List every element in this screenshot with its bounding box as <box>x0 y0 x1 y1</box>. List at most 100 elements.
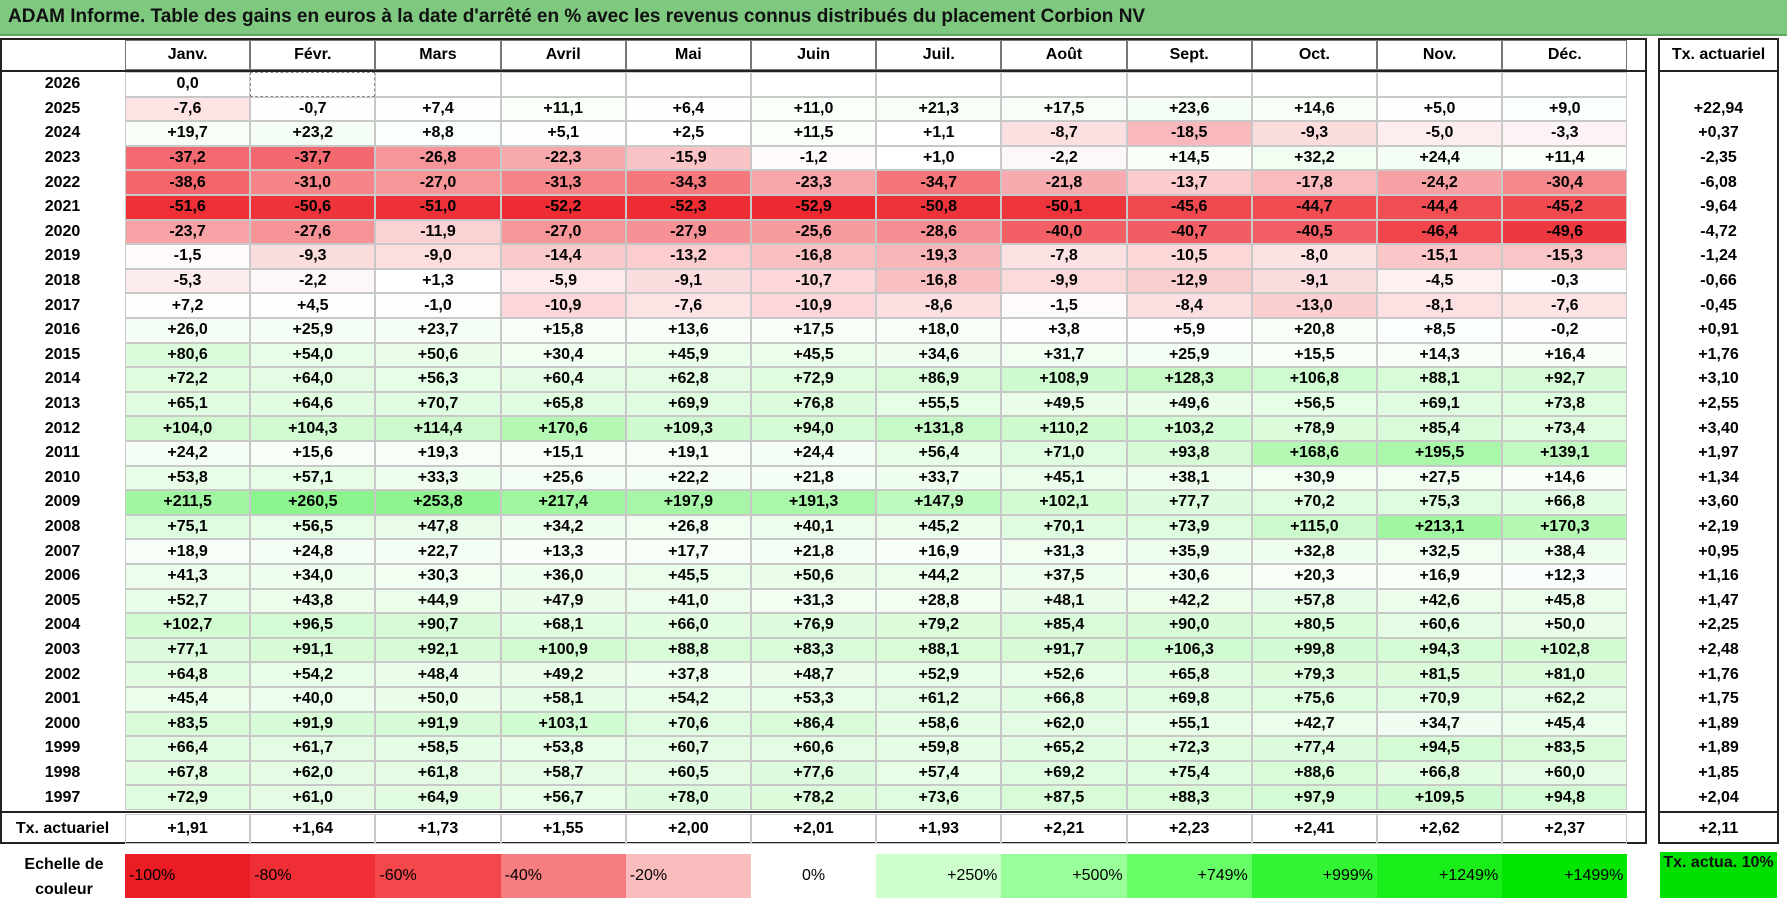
heatmap-cell: +94,0 <box>751 416 877 441</box>
heatmap-cell: -45,2 <box>1502 195 1628 220</box>
heatmap-cell: +97,9 <box>1251 785 1377 810</box>
heatmap-cell: +128,3 <box>1126 367 1252 392</box>
heatmap-cell: +102,8 <box>1502 637 1628 663</box>
year-label: 2013 <box>44 395 81 413</box>
heatmap-cell: +52,9 <box>876 662 1002 687</box>
heatmap-cell: +86,9 <box>876 367 1002 392</box>
rate-cell: -2,35 <box>1700 149 1737 167</box>
year-label: 2012 <box>44 419 81 437</box>
heatmap-cell: +59,8 <box>876 736 1002 761</box>
rate-cell: +3,60 <box>1698 493 1739 511</box>
heatmap-cell: -4,5 <box>1377 268 1503 294</box>
color-scale-label: Echelle de couleur <box>24 856 104 898</box>
heatmap-cell: +58,5 <box>375 736 501 761</box>
footer-divider <box>0 811 1647 813</box>
heatmap-cell: +20,3 <box>1251 564 1377 589</box>
heatmap-cell: +58,7 <box>500 760 626 786</box>
heatmap-cell: +92,7 <box>1502 367 1628 392</box>
heatmap-cell: +58,6 <box>876 711 1002 737</box>
footer-cell: +2,23 <box>1126 814 1252 844</box>
heatmap-cell: +49,5 <box>1001 391 1127 417</box>
heatmap-cell: +6,4 <box>625 96 751 122</box>
heatmap-cell: +31,7 <box>1001 342 1127 368</box>
month-header: Nov. <box>1377 40 1503 70</box>
heatmap-cell: -9,0 <box>375 244 501 269</box>
heatmap-cell: +1,0 <box>876 145 1002 171</box>
heatmap-cell: -13,7 <box>1126 170 1252 195</box>
heatmap-cell: +110,2 <box>1001 416 1127 441</box>
heatmap-cell: +75,6 <box>1251 687 1377 712</box>
heatmap-cell: +22,7 <box>375 539 501 564</box>
month-header: Sept. <box>1126 40 1252 70</box>
rate-cell: +2,19 <box>1698 518 1739 536</box>
year-label: 2008 <box>44 518 81 536</box>
heatmap-cell: +60,6 <box>1377 613 1503 638</box>
heatmap-cell: +40,0 <box>250 687 376 712</box>
heatmap-cell: +56,5 <box>1251 391 1377 417</box>
heatmap-cell: +25,6 <box>500 465 626 491</box>
heatmap-cell: +91,7 <box>1001 637 1127 663</box>
heatmap-cell: -0,2 <box>1502 318 1628 343</box>
color-scale-stop: -40% <box>500 854 626 898</box>
heatmap-cell: +32,2 <box>1251 145 1377 171</box>
heatmap-cell: +64,8 <box>125 662 251 687</box>
heatmap-cell: +34,2 <box>500 514 626 540</box>
month-header: Juil. <box>876 40 1002 70</box>
heatmap-cell: +44,9 <box>375 588 501 614</box>
heatmap-cell: +217,4 <box>500 490 626 515</box>
heatmap-cell: +170,6 <box>500 416 626 441</box>
heatmap-cell: +79,3 <box>1251 662 1377 687</box>
year-label: 1997 <box>44 788 81 806</box>
year-label: 2002 <box>44 665 81 683</box>
year-label: 2016 <box>44 321 81 339</box>
heatmap-cell: +56,4 <box>876 441 1002 466</box>
heatmap-cell <box>625 72 751 97</box>
heatmap-cell <box>751 72 877 97</box>
heatmap-cell: +11,5 <box>751 121 877 146</box>
heatmap-cell: +62,8 <box>625 367 751 392</box>
heatmap-cell: +92,1 <box>375 637 501 663</box>
rate-cell: +2,48 <box>1698 641 1739 659</box>
heatmap-cell: -30,4 <box>1502 170 1628 195</box>
color-scale-stop: -20% <box>625 854 751 898</box>
heatmap-cell: +17,5 <box>1001 96 1127 122</box>
heatmap-cell: +61,0 <box>250 785 376 810</box>
heatmap-cell: +69,8 <box>1126 687 1252 712</box>
heatmap-cell: +64,9 <box>375 785 501 810</box>
heatmap-cell: +7,2 <box>125 293 251 318</box>
heatmap-cell <box>1377 72 1503 97</box>
heatmap-cell: +58,1 <box>500 687 626 712</box>
heatmap-cell: +114,4 <box>375 416 501 441</box>
heatmap-cell: +211,5 <box>125 490 251 515</box>
heatmap-cell <box>375 72 501 97</box>
heatmap-cell: +77,7 <box>1126 490 1252 515</box>
year-label: 2009 <box>44 493 81 511</box>
heatmap-cell: -9,3 <box>250 244 376 269</box>
heatmap-cell <box>1126 72 1252 97</box>
heatmap-cell: +115,0 <box>1251 514 1377 540</box>
heatmap-cell: +62,0 <box>1001 711 1127 737</box>
year-label: 2007 <box>44 542 81 560</box>
heatmap-cell: -8,0 <box>1251 244 1377 269</box>
heatmap-cell: -50,6 <box>250 195 376 220</box>
heatmap-cell: -31,3 <box>500 170 626 195</box>
heatmap-cell: +17,7 <box>625 539 751 564</box>
heatmap-cell: -52,9 <box>751 195 877 220</box>
heatmap-cell: +24,8 <box>250 539 376 564</box>
heatmap-cell: +30,9 <box>1251 465 1377 491</box>
heatmap-cell: +100,9 <box>500 637 626 663</box>
heatmap-cell: +5,1 <box>500 121 626 146</box>
heatmap-cell: -22,3 <box>500 145 626 171</box>
heatmap-cell: +49,6 <box>1126 391 1252 417</box>
year-label: 2019 <box>44 247 81 265</box>
heatmap-cell: +75,1 <box>125 514 251 540</box>
heatmap-cell: -37,2 <box>125 145 251 171</box>
footer-cell: +2,37 <box>1502 814 1628 844</box>
heatmap-cell: -8,4 <box>1126 293 1252 318</box>
heatmap-cell: +53,8 <box>500 736 626 761</box>
heatmap-cell: -8,1 <box>1377 293 1503 318</box>
heatmap-cell: -38,6 <box>125 170 251 195</box>
heatmap-cell: +88,1 <box>1377 367 1503 392</box>
heatmap-cell: +24,4 <box>751 441 877 466</box>
year-label: 2015 <box>44 345 81 363</box>
